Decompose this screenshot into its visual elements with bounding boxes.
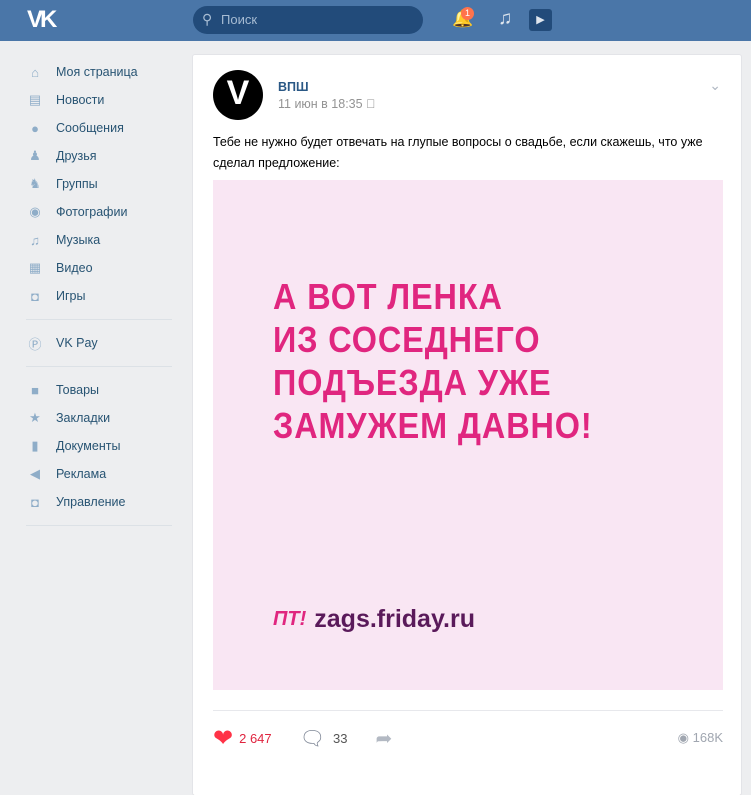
share-icon[interactable]: ➦	[376, 726, 393, 751]
sidebar-item-label: Фотографии	[56, 205, 128, 219]
sidebar-item-label: Новости	[56, 93, 105, 107]
comment-icon[interactable]: 🗨	[300, 726, 325, 751]
divider	[213, 710, 723, 711]
vk-logo[interactable]: VK	[27, 6, 57, 34]
sidebar-item-bag-icon-0[interactable]: ■ Товары	[26, 376, 174, 404]
views-count: ◉ 168K	[677, 730, 723, 745]
sidebar-item-music-icon[interactable]: ♫ Музыка	[26, 226, 174, 254]
megaphone-icon: ◀	[30, 466, 40, 481]
search-input[interactable]: ⚲ Поиск	[193, 6, 423, 34]
sidebar-item-groups-icon[interactable]: ♞ Группы	[26, 170, 174, 198]
play-icon[interactable]: ▶	[529, 9, 552, 31]
search-icon: ⚲	[202, 11, 213, 27]
sidebar: ⌂ Моя страница ▤ Новости ● Сообщения ♟ Друзья ♞ Г…	[26, 58, 174, 535]
sidebar-item-video-icon[interactable]: ▦ Видео	[26, 254, 174, 282]
bag-icon: ■	[31, 382, 39, 398]
sidebar-item-messages-icon[interactable]: ● Сообщения	[26, 114, 174, 142]
music-icon[interactable]: ♫	[498, 8, 512, 30]
post-text: Тебе не нужно будет отвечать на глупые в…	[213, 135, 703, 170]
avatar[interactable]: V	[213, 70, 263, 120]
eye-icon: ◉	[677, 730, 689, 745]
top-header: VK ⚲Поиск 🔔 1 ♫ ▶	[0, 0, 751, 41]
document-icon: ▮	[31, 438, 39, 453]
sidebar-item-label: Музыка	[56, 233, 101, 247]
like-count[interactable]: 2 647	[239, 731, 272, 746]
sidebar-item-gamepad-icon-4[interactable]: ◘ Управление	[26, 488, 174, 516]
sidebar-item-label: Закладки	[56, 411, 111, 425]
sidebar-item-label: Видео	[56, 261, 93, 275]
sidebar-item-home-icon[interactable]: ⌂ Моя страница	[26, 58, 174, 86]
home-icon: ⌂	[31, 64, 39, 80]
post-date[interactable]: 11 июн в 18:35 	[278, 97, 375, 111]
comment-count[interactable]: 33	[333, 731, 347, 746]
sidebar-item-star-icon-1[interactable]: ★ Закладки	[26, 404, 174, 432]
sidebar-item-gamepad-icon[interactable]: ◘ Игры	[26, 282, 174, 310]
image-caption: А вот Ленка из соседнего подъезда уже за…	[273, 276, 593, 446]
gamepad-icon: ◘	[31, 288, 39, 304]
post-author[interactable]: ВПШ	[278, 80, 309, 94]
sidebar-item-news-icon[interactable]: ▤ Новости	[26, 86, 174, 114]
sidebar-item-label: Моя страница	[56, 65, 138, 79]
sidebar-item-label: Документы	[56, 439, 121, 453]
post-card: V ВПШ 11 июн в 18:35  ⌄ Тебе не нужно б…	[193, 55, 741, 795]
gamepad-icon: ◘	[31, 494, 39, 510]
sidebar-item-camera-icon[interactable]: ◉ Фотографии	[26, 198, 174, 226]
sidebar-item-label: Сообщения	[56, 121, 124, 135]
divider	[26, 366, 172, 367]
divider	[26, 525, 172, 526]
music-icon: ♫	[30, 232, 40, 248]
post-image[interactable]: А вот Ленка из соседнего подъезда уже за…	[213, 180, 723, 690]
friends-icon: ♟	[29, 148, 41, 163]
divider	[26, 319, 172, 320]
pay-icon: Ⓟ	[28, 336, 42, 352]
notification-badge: 1	[461, 7, 474, 20]
groups-icon: ♞	[29, 176, 41, 191]
sidebar-item-label: Группы	[56, 177, 98, 191]
heart-icon[interactable]: ❤	[213, 724, 233, 753]
video-icon: ▦	[28, 260, 42, 275]
chevron-down-icon[interactable]: ⌄	[709, 77, 721, 94]
sidebar-item-label: Друзья	[56, 149, 97, 163]
sidebar-item-label: VK Pay	[56, 336, 98, 350]
news-icon: ▤	[28, 92, 42, 107]
sidebar-item-label: Реклама	[56, 467, 107, 481]
apple-icon: 	[366, 97, 375, 111]
sidebar-item-friends-icon[interactable]: ♟ Друзья	[26, 142, 174, 170]
sidebar-item-label: Игры	[56, 289, 86, 303]
sidebar-item-label: Управление	[56, 495, 126, 509]
messages-icon: ●	[31, 120, 39, 136]
camera-icon: ◉	[29, 204, 41, 219]
sidebar-item-vk-pay[interactable]: Ⓟ VK Pay	[26, 329, 174, 357]
sidebar-item-document-icon-2[interactable]: ▮ Документы	[26, 432, 174, 460]
sidebar-item-megaphone-icon-3[interactable]: ◀ Реклама	[26, 460, 174, 488]
sidebar-item-label: Товары	[56, 383, 99, 397]
post-actions: ❤ 2 647 🗨 33 ➦ ◉ 168K	[213, 723, 723, 753]
brand-logo: ПТ! zags.friday.ru	[273, 605, 475, 633]
star-icon: ★	[29, 410, 41, 425]
